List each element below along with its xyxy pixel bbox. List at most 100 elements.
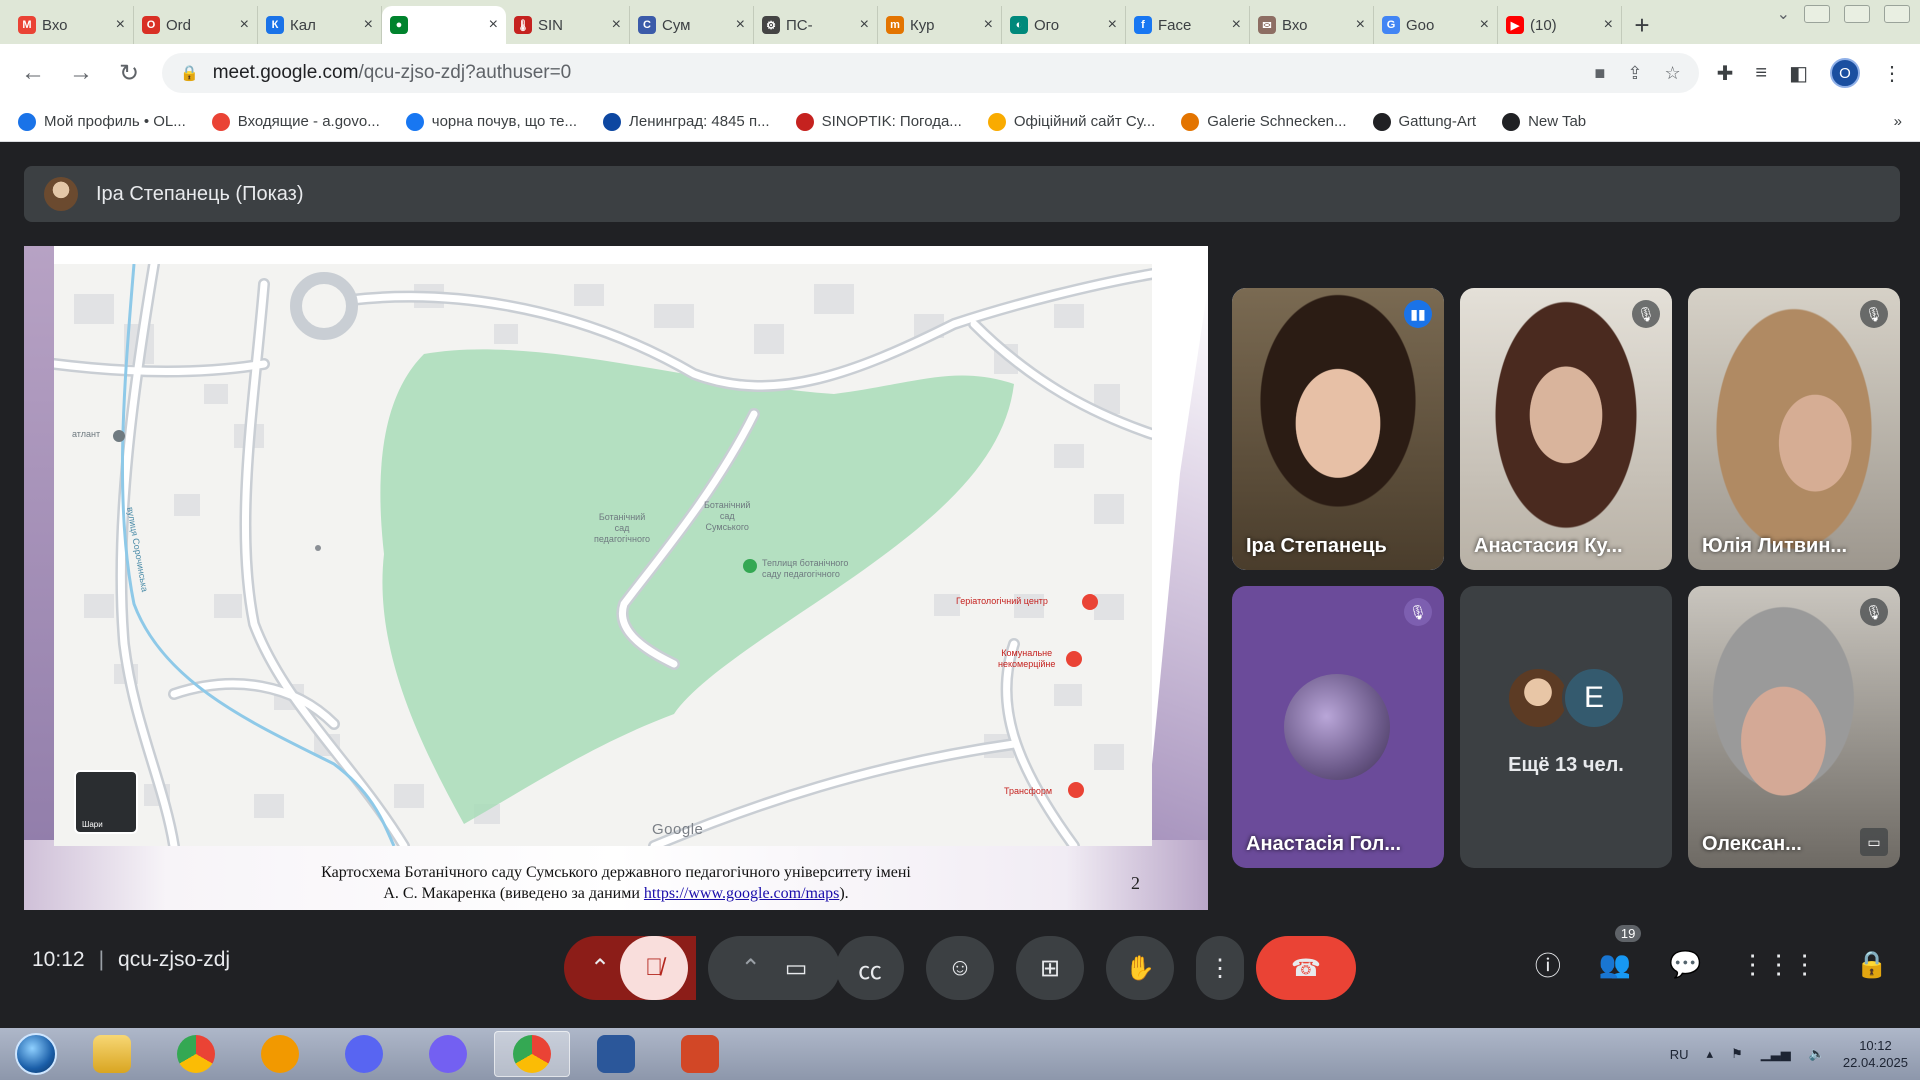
presenter-avatar <box>44 177 78 211</box>
taskbar-chrome[interactable] <box>158 1031 234 1077</box>
map-drawing <box>54 264 1152 846</box>
participants-count-badge: 19 <box>1614 925 1642 942</box>
taskbar-discord[interactable] <box>326 1031 402 1077</box>
bookmark-item[interactable]: Мой профиль • OL... <box>18 112 186 131</box>
present-button[interactable]: ⊞ <box>1016 936 1084 1000</box>
close-icon[interactable]: × <box>860 16 869 34</box>
taskbar-chrome-active[interactable] <box>494 1031 570 1077</box>
window-controls: ⌄ <box>1777 4 1910 24</box>
reload-icon[interactable]: ↻ <box>114 58 144 88</box>
share-icon[interactable]: ⇪ <box>1627 63 1642 84</box>
video-toggle-button[interactable]: ⌃ ▭ <box>708 936 840 1000</box>
reading-list-icon[interactable]: ≡ <box>1755 62 1767 85</box>
star-icon[interactable]: ☆ <box>1665 63 1681 84</box>
taskbar-media[interactable] <box>242 1031 318 1077</box>
tray-expand-icon[interactable]: ▴ <box>1707 1046 1714 1062</box>
leave-call-button[interactable]: ☎ <box>1256 936 1356 1000</box>
bookmark-item[interactable]: Ленинград: 4845 п... <box>603 112 770 131</box>
bookmark-item[interactable]: чорна почув, що те... <box>405 112 577 131</box>
clock[interactable]: 10:12 22.04.2025 <box>1843 1037 1908 1071</box>
browser-tab[interactable]: G Goo × <box>1374 6 1498 44</box>
more-options-button[interactable]: ⋮ <box>1196 936 1244 1000</box>
close-icon[interactable]: × <box>364 16 373 34</box>
tab-favicon-icon: ● <box>390 16 408 34</box>
participant-tile[interactable]: 🎙 ▭ Олексан... <box>1688 586 1900 868</box>
bookmark-favicon-icon <box>405 112 424 131</box>
bookmark-favicon-icon <box>1502 112 1521 131</box>
bookmark-item[interactable]: SINOPTIK: Погода... <box>795 112 962 131</box>
participant-tile[interactable]: 🎙 Анастасия Ку... <box>1460 288 1672 570</box>
flag-icon[interactable]: ⚑ <box>1731 1046 1743 1062</box>
participant-tile[interactable]: ▮▮ Іра Степанець <box>1232 288 1444 570</box>
browser-tab[interactable]: O Ord × <box>134 6 258 44</box>
bookmark-favicon-icon <box>1181 112 1200 131</box>
caption-link[interactable]: https://www.google.com/maps <box>644 885 839 902</box>
bookmarks-overflow-icon[interactable]: » <box>1894 113 1902 130</box>
browser-tab[interactable]: 🌡 SIN × <box>506 6 630 44</box>
mic-toggle-button[interactable]: 🎙̸ <box>620 936 688 1000</box>
bookmark-item[interactable]: Galerie Schnecken... <box>1181 112 1347 131</box>
chevron-down-icon[interactable]: ⌄ <box>1777 4 1790 24</box>
maximize-button[interactable] <box>1844 5 1870 23</box>
menu-icon[interactable]: ⋮ <box>1882 61 1902 86</box>
media-player-icon <box>261 1035 299 1073</box>
chat-icon[interactable]: 💬 <box>1669 949 1701 980</box>
camera-icon[interactable]: ■ <box>1595 63 1606 84</box>
browser-tab[interactable]: ◐ Ого × <box>1002 6 1126 44</box>
browser-tab[interactable]: ⚙ ПС- × <box>754 6 878 44</box>
close-icon[interactable]: × <box>1356 16 1365 34</box>
browser-tab[interactable]: С Сум × <box>630 6 754 44</box>
participant-video <box>1688 586 1900 868</box>
browser-tab[interactable]: ● × <box>382 6 506 44</box>
people-button[interactable]: 19 👥 <box>1599 925 1642 980</box>
back-icon[interactable]: ← <box>18 58 48 88</box>
emoji-button[interactable]: ☺ <box>926 936 994 1000</box>
language-indicator[interactable]: RU <box>1670 1047 1689 1062</box>
taskbar-viber[interactable] <box>410 1031 486 1077</box>
taskbar-powerpoint[interactable] <box>662 1031 738 1077</box>
browser-tab[interactable]: m Кур × <box>878 6 1002 44</box>
close-icon[interactable]: × <box>1232 16 1241 34</box>
close-icon[interactable]: × <box>116 16 125 34</box>
bookmark-item[interactable]: Gattung-Art <box>1372 112 1476 131</box>
browser-tab[interactable]: ▶ (10) × <box>1498 6 1622 44</box>
close-icon[interactable]: × <box>1604 16 1613 34</box>
minimize-button[interactable] <box>1804 5 1830 23</box>
browser-tab[interactable]: К Кал × <box>258 6 382 44</box>
extensions-icon[interactable]: ✚ <box>1717 61 1734 86</box>
participant-tile[interactable]: 🎙 Анастасія Гол... <box>1232 586 1444 868</box>
taskbar-word[interactable] <box>578 1031 654 1077</box>
profile-avatar[interactable]: O <box>1830 58 1860 88</box>
powerpoint-icon <box>681 1035 719 1073</box>
side-panel-icon[interactable]: ◧ <box>1789 61 1808 86</box>
browser-tab[interactable]: f Face × <box>1126 6 1250 44</box>
network-icon[interactable]: ▁▃▅ <box>1761 1046 1791 1062</box>
more-vert-icon: ⋮ <box>1208 954 1232 982</box>
address-bar[interactable]: 🔒 meet.google.com/qcu-zjso-zdj?authuser=… <box>162 53 1699 93</box>
activities-icon[interactable]: ⋮⋮⋮ <box>1740 949 1818 980</box>
forward-icon[interactable]: → <box>66 58 96 88</box>
bookmark-item[interactable]: New Tab <box>1502 112 1586 131</box>
close-icon[interactable]: × <box>736 16 745 34</box>
more-participants-tile[interactable]: E Ещё 13 чел. <box>1460 586 1672 868</box>
browser-tab[interactable]: ✉ Вхо × <box>1250 6 1374 44</box>
taskbar-explorer[interactable] <box>74 1031 150 1077</box>
info-icon[interactable]: ⓘ <box>1535 946 1561 983</box>
close-icon[interactable]: × <box>1480 16 1489 34</box>
close-icon[interactable]: × <box>612 16 621 34</box>
browser-tab[interactable]: M Вхо × <box>10 6 134 44</box>
new-tab-button[interactable]: + <box>1622 6 1662 44</box>
participant-tile[interactable]: 🎙 Юлія Литвин... <box>1688 288 1900 570</box>
close-icon[interactable]: × <box>984 16 993 34</box>
close-icon[interactable]: × <box>1108 16 1117 34</box>
start-button[interactable] <box>6 1030 66 1078</box>
bookmark-item[interactable]: Офіційний сайт Су... <box>987 112 1155 131</box>
raise-hand-button[interactable]: ✋ <box>1106 936 1174 1000</box>
captions-button[interactable]: ㏄ <box>836 936 904 1000</box>
close-icon[interactable]: × <box>489 16 498 34</box>
close-icon[interactable]: × <box>240 16 249 34</box>
volume-icon[interactable]: 🔈 <box>1809 1046 1825 1062</box>
bookmark-item[interactable]: Входящие - a.govo... <box>211 112 380 131</box>
close-window-button[interactable] <box>1884 5 1910 23</box>
host-controls-icon[interactable]: 🔒 <box>1856 949 1888 980</box>
